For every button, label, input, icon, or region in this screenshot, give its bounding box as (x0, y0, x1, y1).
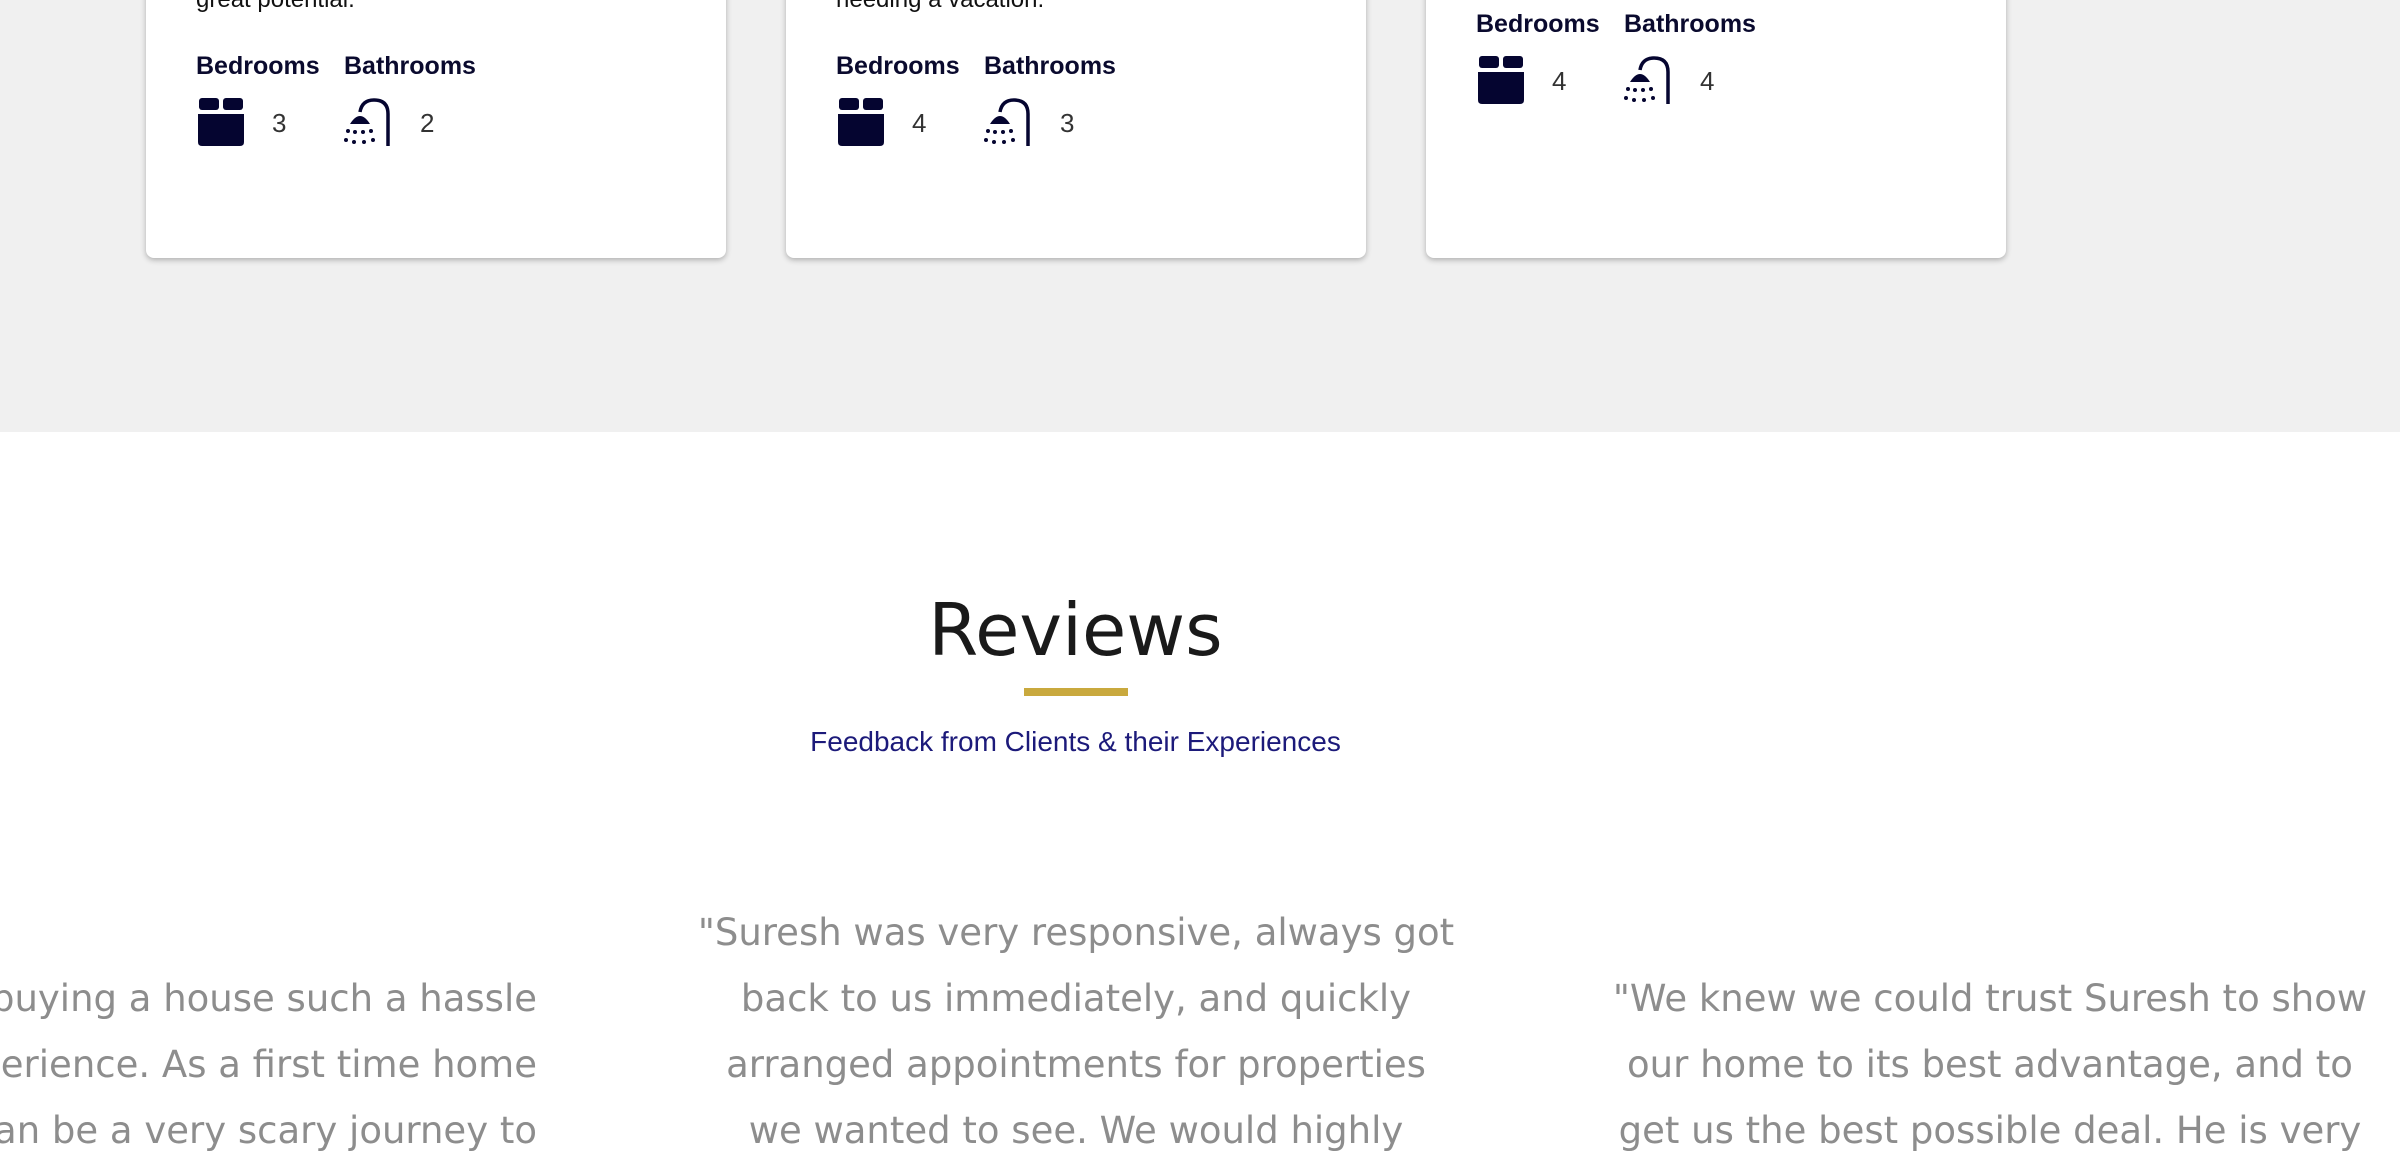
bathrooms-label: Bathrooms (1624, 10, 1756, 38)
listing-card[interactable]: Bedrooms Bathrooms 4 4 (1426, 0, 2006, 258)
bedrooms-count: 4 (1552, 66, 1567, 96)
bed-icon (198, 98, 244, 146)
title-underline (1024, 688, 1128, 696)
review-text: "We knew we could trust Suresh to show o… (1612, 977, 2368, 1152)
listing-description: needing a vacation. (836, 0, 1044, 14)
bathrooms-count: 3 (1060, 108, 1075, 138)
bedrooms-count: 3 (272, 108, 287, 138)
bed-icon (1478, 56, 1524, 104)
reviews-subtitle: Feedback from Clients & their Experience… (810, 726, 1341, 757)
listing-card[interactable]: needing a vacation. Bedrooms Bathrooms 4… (786, 0, 1366, 258)
bedrooms-label: Bedrooms (1476, 10, 1600, 38)
shower-icon (984, 98, 1030, 146)
review-text: "Suresh was very responsive, always got … (697, 911, 1455, 1152)
bed-icon (838, 98, 884, 146)
bathrooms-count: 4 (1700, 66, 1715, 96)
bedrooms-label: Bedrooms (196, 52, 320, 80)
bedrooms-count: 4 (912, 108, 927, 138)
review-text: buying a house such a hassle erience. As… (0, 977, 537, 1152)
reviews-title: Reviews (928, 588, 1223, 672)
bathrooms-label: Bathrooms (344, 52, 476, 80)
shower-icon (1624, 56, 1670, 104)
listings-section: great potential. Bedrooms Bathrooms 3 2 … (0, 0, 2400, 432)
bedrooms-label: Bedrooms (836, 52, 960, 80)
bathrooms-label: Bathrooms (984, 52, 1116, 80)
shower-icon (344, 98, 390, 146)
listing-description: great potential. (196, 0, 355, 14)
bathrooms-count: 2 (420, 108, 435, 138)
listing-card[interactable]: great potential. Bedrooms Bathrooms 3 2 (146, 0, 726, 258)
